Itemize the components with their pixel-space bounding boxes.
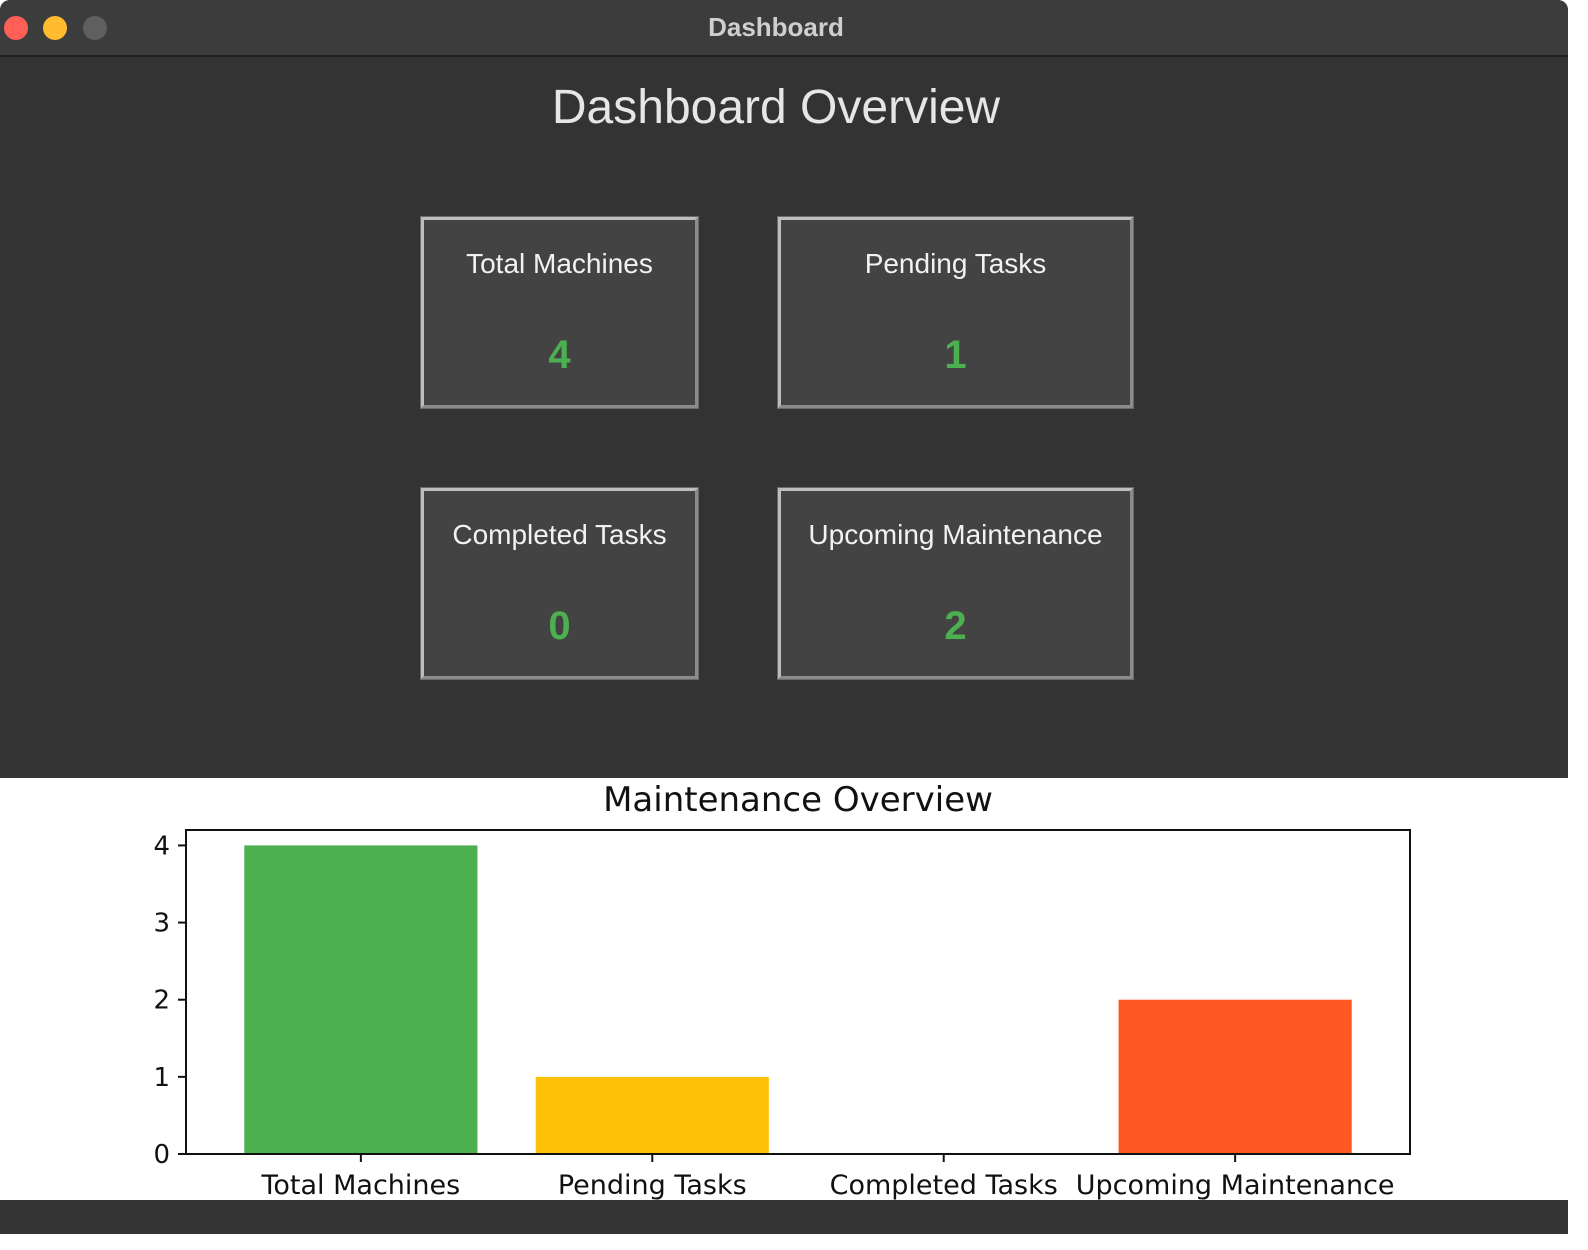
window-bottom-bar: [0, 1200, 1568, 1234]
maintenance-bar-chart: Maintenance Overview Total Machines Pendi…: [153, 780, 1411, 1200]
app-window: Dashboard Dashboard Overview Total Machi…: [0, 0, 1568, 1234]
stat-card-value: 0: [548, 604, 571, 648]
x-tick-label: Pending Tasks: [558, 1170, 747, 1200]
y-tick-label: 0: [153, 1140, 170, 1170]
title-bar[interactable]: Dashboard: [0, 0, 1568, 57]
page-title: Dashboard Overview: [551, 81, 1001, 134]
x-tick-label: Upcoming Maintenance: [1076, 1170, 1395, 1200]
y-tick-label: 4: [153, 831, 170, 861]
stat-card-label: Completed Tasks: [452, 519, 667, 550]
y-tick-label: 3: [153, 909, 170, 939]
x-tick-label: Completed Tasks: [830, 1170, 1058, 1200]
chart-title: Maintenance Overview: [603, 780, 993, 820]
stat-card-total-machines: Total Machines 4: [420, 216, 699, 409]
x-tick-label: Total Machines: [260, 1170, 460, 1200]
stat-card-label: Upcoming Maintenance: [808, 519, 1103, 550]
stat-card-value: 1: [944, 333, 967, 377]
stat-card-label: Pending Tasks: [864, 248, 1047, 279]
stat-card-value: 4: [548, 333, 571, 377]
stat-card-upcoming-maintenance: Upcoming Maintenance 2: [777, 487, 1134, 680]
bar-total-machines: [244, 845, 478, 1154]
stat-card-label: Total Machines: [466, 248, 653, 279]
stat-card-value: 2: [944, 604, 967, 648]
bar-upcoming-maintenance: [1118, 999, 1352, 1154]
chart-panel: Maintenance Overview Total Machines Pendi…: [0, 778, 1568, 1200]
stat-card-pending-tasks: Pending Tasks 1: [777, 216, 1134, 409]
stat-card-completed-tasks: Completed Tasks 0: [420, 487, 699, 680]
y-tick-label: 2: [153, 986, 170, 1016]
bar-pending-tasks: [535, 1076, 769, 1154]
window-title: Dashboard: [708, 12, 844, 42]
y-tick-label: 1: [153, 1063, 170, 1093]
